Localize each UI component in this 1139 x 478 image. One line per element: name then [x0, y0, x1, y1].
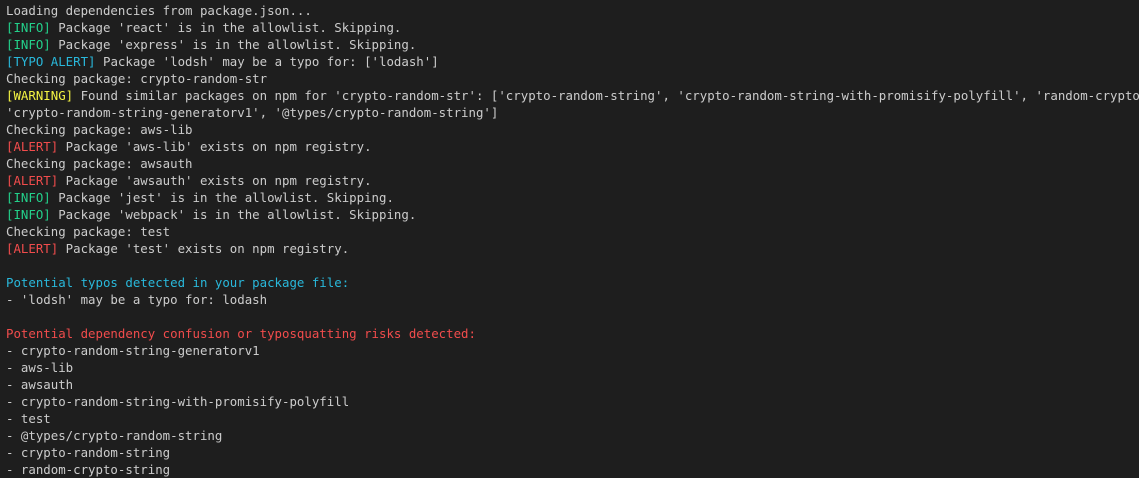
typos-list: - 'lodsh' may be a typo for: lodash [6, 291, 1139, 308]
log-text: Found similar packages on npm for 'crypt… [73, 88, 1139, 103]
log-text: Checking package: crypto-random-str [6, 71, 268, 86]
log-line: [WARNING] Found similar packages on npm … [6, 87, 1139, 104]
log-line: Checking package: aws-lib [6, 121, 1139, 138]
log-text: Package 'aws-lib' exists on npm registry… [58, 139, 372, 154]
log-tag-info: [INFO] [6, 20, 51, 35]
log-line: Checking package: test [6, 223, 1139, 240]
log-text: Package 'webpack' is in the allowlist. S… [50, 207, 417, 222]
risk-item: - random-crypto-string [6, 462, 171, 477]
log-line: [TYPO ALERT] Package 'lodsh' may be a ty… [6, 53, 1139, 70]
risk-item: - test [6, 411, 51, 426]
risk-item: - @types/crypto-random-string [6, 428, 223, 443]
log-text: Package 'react' is in the allowlist. Ski… [50, 20, 402, 35]
log-line: [ALERT] Package 'test' exists on npm reg… [6, 240, 1139, 257]
log-text: Package 'lodsh' may be a typo for: ['lod… [95, 54, 439, 69]
log-text: 'crypto-random-string-generatorv1', '@ty… [6, 105, 499, 120]
log-line: [INFO] Package 'react' is in the allowli… [6, 19, 1139, 36]
log-text: Package 'jest' is in the allowlist. Skip… [50, 190, 394, 205]
risks-heading: Potential dependency confusion or typosq… [6, 326, 476, 341]
log-line: Checking package: awsauth [6, 155, 1139, 172]
log-line: Checking package: crypto-random-str [6, 70, 1139, 87]
loading-line: Loading dependencies from package.json..… [6, 3, 312, 18]
risk-item: - awsauth [6, 377, 74, 392]
risk-item: - aws-lib [6, 360, 74, 375]
log-tag-info: [INFO] [6, 37, 51, 52]
log-text: Checking package: awsauth [6, 156, 193, 171]
risk-item: - crypto-random-string [6, 445, 171, 460]
log-tag-alert: [ALERT] [6, 139, 59, 154]
log-line: [INFO] Package 'webpack' is in the allow… [6, 206, 1139, 223]
log-line: [INFO] Package 'express' is in the allow… [6, 36, 1139, 53]
log-text: Package 'express' is in the allowlist. S… [50, 37, 417, 52]
risk-item: - crypto-random-string-generatorv1 [6, 343, 260, 358]
log-tag-warning: [WARNING] [6, 88, 74, 103]
log-text: Package 'test' exists on npm registry. [58, 241, 350, 256]
log-line: [ALERT] Package 'awsauth' exists on npm … [6, 172, 1139, 189]
log-line: [INFO] Package 'jest' is in the allowlis… [6, 189, 1139, 206]
log-text: Checking package: test [6, 224, 171, 239]
typos-heading: Potential typos detected in your package… [6, 275, 350, 290]
log-tag-info: [INFO] [6, 207, 51, 222]
risk-item: - crypto-random-string-with-promisify-po… [6, 394, 350, 409]
risks-list: - crypto-random-string-generatorv1 - aws-… [6, 342, 1139, 478]
log-tag-typo: [TYPO ALERT] [6, 54, 96, 69]
log-tag-info: [INFO] [6, 190, 51, 205]
log-line: [ALERT] Package 'aws-lib' exists on npm … [6, 138, 1139, 155]
log-tag-alert: [ALERT] [6, 173, 59, 188]
log-tag-alert: [ALERT] [6, 241, 59, 256]
typo-item: - 'lodsh' may be a typo for: lodash [6, 292, 268, 307]
log-text: Package 'awsauth' exists on npm registry… [58, 173, 372, 188]
log-line: 'crypto-random-string-generatorv1', '@ty… [6, 104, 1139, 121]
log-block: [INFO] Package 'react' is in the allowli… [6, 19, 1139, 257]
log-text: Checking package: aws-lib [6, 122, 193, 137]
terminal-output[interactable]: Loading dependencies from package.json..… [0, 0, 1139, 478]
